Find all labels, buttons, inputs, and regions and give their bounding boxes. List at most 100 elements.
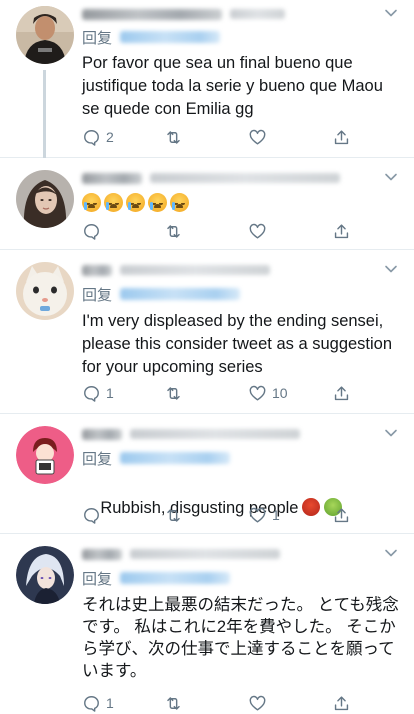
chevron-down-icon[interactable] [382,424,400,442]
like-button[interactable] [248,692,272,714]
chevron-down-icon[interactable] [382,544,400,562]
author-name[interactable] [82,548,122,560]
reply-to: 回复 [82,284,241,304]
retweet-icon [167,696,180,710]
avatar[interactable] [16,546,74,604]
tweet-1[interactable] [0,158,414,250]
author-name[interactable] [82,8,222,20]
author-name[interactable] [82,172,142,184]
author-handle[interactable] [130,429,300,439]
tweet-4[interactable]: 回复 それは史上最悪の結末だった。 とても残念です。 私はこれに2年を費やした。… [0,534,414,712]
like-icon [249,385,266,401]
loudly-crying-face-icon [126,193,145,212]
tweet-actions: 1 [82,504,372,526]
reply-button[interactable]: 1 [82,382,114,404]
retweet-icon [167,508,180,522]
share-icon [334,695,349,710]
chevron-down-icon[interactable] [382,260,400,278]
reply-button[interactable]: 2 [82,126,114,148]
like-button[interactable]: 10 [248,382,288,404]
chevron-down-icon[interactable] [382,168,400,186]
reply-icon [84,385,99,402]
like-icon [249,129,266,145]
loudly-crying-face-icon [104,193,123,212]
reply-button[interactable]: 1 [82,692,114,714]
author-name[interactable] [82,264,112,276]
share-icon [334,129,349,144]
retweet-button[interactable] [164,220,188,242]
reply-prefix: 回复 [82,286,113,304]
reply-to: 回复 [82,568,231,588]
share-button[interactable] [332,692,351,714]
tweet-text: I'm very displeased by the ending sensei… [82,312,397,376]
share-icon [334,507,349,522]
like-button[interactable] [248,220,272,242]
retweet-button[interactable] [164,504,188,526]
share-icon [334,385,349,400]
loudly-crying-face-icon [170,193,189,212]
avatar[interactable] [16,426,74,484]
retweet-button[interactable] [164,126,188,148]
reply-button[interactable] [82,504,106,526]
tweet-3[interactable]: 回复 Rubbish, disgusting people 1 [0,414,414,534]
share-button[interactable] [332,382,351,404]
tweet-header [82,4,374,24]
tweet-actions: 2 [82,126,372,148]
tweet-header [82,260,374,280]
tweet-2[interactable]: 回复 I'm very displeased by the ending sen… [0,250,414,414]
like-count: 10 [272,385,288,401]
retweet-icon [167,130,180,144]
like-button[interactable] [248,126,272,148]
author-handle[interactable] [130,549,280,559]
reply-icon [84,223,99,240]
reply-count: 1 [106,695,114,711]
reply-icon [84,695,99,712]
avatar[interactable] [16,262,74,320]
tweet-0[interactable]: 回复 Por favor que sea un final bueno que … [0,0,414,158]
share-button[interactable] [332,504,351,526]
reply-mention[interactable] [120,288,241,300]
tweet-header [82,168,374,188]
retweet-icon [167,224,180,238]
tweet-text: それは史上最悪の結末だった。 とても残念です。 私はこれに2年を費やした。 そこ… [82,596,399,680]
tweet-header [82,544,374,564]
like-icon [249,507,266,523]
like-icon [249,695,266,711]
loudly-crying-face-icon [148,193,167,212]
reply-icon [84,129,99,146]
reply-to: 回复 [82,448,231,468]
reply-prefix: 回复 [82,29,113,47]
chevron-down-icon[interactable] [382,4,400,22]
reply-to: 回复 [82,27,221,47]
avatar[interactable] [16,170,74,228]
retweet-button[interactable] [164,692,188,714]
author-handle[interactable] [120,265,270,275]
tweet-actions: 1 [82,692,372,714]
reply-mention[interactable] [120,452,231,464]
tweet-header [82,424,374,444]
reply-mention[interactable] [120,31,221,43]
reply-count: 2 [106,129,114,145]
retweet-button[interactable] [164,382,188,404]
like-icon [249,223,266,239]
tweet-actions: 1 10 [82,382,372,404]
tweet-text: Por favor que sea un final bueno que jus… [82,54,388,118]
loudly-crying-face-icon [82,193,101,212]
reply-button[interactable] [82,220,106,242]
tweet-emoji-text [82,193,189,212]
reply-prefix: 回复 [82,570,113,588]
author-handle[interactable] [150,173,340,183]
reply-mention[interactable] [120,572,231,584]
reply-icon [84,507,99,524]
retweet-icon [167,386,180,400]
author-handle[interactable] [230,9,285,19]
like-button[interactable]: 1 [248,504,280,526]
thread-line [43,70,46,158]
tweet-actions [82,220,372,242]
like-count: 1 [272,507,280,523]
author-name[interactable] [82,428,122,440]
share-button[interactable] [332,126,351,148]
share-button[interactable] [332,220,351,242]
reply-count: 1 [106,385,114,401]
avatar[interactable] [16,6,74,64]
